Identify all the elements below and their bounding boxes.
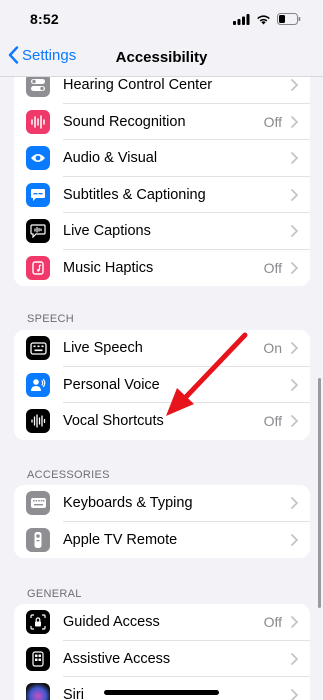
eye-audio-icon <box>26 146 50 171</box>
row-personal-voice[interactable]: Personal Voice <box>14 367 310 403</box>
row-apple-tv-remote[interactable]: Apple TV Remote <box>14 522 310 559</box>
chevron-right-icon <box>291 616 298 628</box>
chevron-right-icon <box>291 261 298 274</box>
chevron-right-icon <box>291 188 298 201</box>
settings-list[interactable]: Hearing Control Center Sound Recognition… <box>0 77 323 700</box>
row-subtitles-captioning[interactable]: Subtitles & Captioning <box>14 177 310 213</box>
row-value: Off <box>263 113 282 130</box>
row-sound-recognition[interactable]: Sound Recognition Off <box>14 104 310 140</box>
accessories-group: Keyboards & Typing Apple TV Remote <box>14 485 310 558</box>
chevron-right-icon <box>291 152 298 164</box>
waveform-bars-icon <box>26 409 50 434</box>
chevron-right-icon <box>291 689 298 700</box>
live-captions-icon <box>26 219 50 244</box>
lock-frame-icon <box>26 610 50 635</box>
row-label: Apple TV Remote <box>63 531 178 548</box>
cellular-signal-icon <box>233 13 250 25</box>
chevron-right-icon <box>291 533 298 546</box>
home-indicator[interactable] <box>104 690 219 695</box>
general-group: Guided Access Off Assistive Access Siri <box>14 604 310 700</box>
navigation-bar: Settings Accessibility <box>0 38 323 78</box>
row-guided-access[interactable]: Guided Access Off <box>14 604 310 641</box>
row-live-captions[interactable]: Live Captions <box>14 213 310 250</box>
row-vocal-shortcuts[interactable]: Vocal Shortcuts Off <box>14 403 310 440</box>
remote-icon <box>26 527 50 552</box>
section-header-speech: SPEECH <box>27 313 75 325</box>
row-label: Sound Recognition <box>63 113 186 130</box>
row-siri[interactable]: Siri <box>14 677 310 700</box>
row-label: Audio & Visual <box>63 150 158 167</box>
row-live-speech[interactable]: Live Speech On <box>14 330 310 367</box>
toggles-icon <box>26 77 50 98</box>
scroll-indicator[interactable] <box>318 378 321 608</box>
chevron-right-icon <box>291 497 298 509</box>
chevron-right-icon <box>291 342 298 354</box>
row-label: Subtitles & Captioning <box>63 186 206 203</box>
caption-bubble-icon <box>26 182 50 207</box>
row-value: On <box>263 340 282 357</box>
row-value: Off <box>263 259 282 276</box>
row-value: Off <box>263 614 282 631</box>
row-label: Siri <box>63 687 84 700</box>
row-label: Vocal Shortcuts <box>63 413 164 430</box>
speech-group: Live Speech On Personal Voice Vocal Shor… <box>14 330 310 440</box>
row-label: Hearing Control Center <box>63 77 213 94</box>
hearing-group: Hearing Control Center Sound Recognition… <box>14 77 310 286</box>
row-label: Guided Access <box>63 614 160 631</box>
assistive-grid-icon <box>26 646 50 671</box>
chevron-right-icon <box>291 652 298 665</box>
row-label: Live Captions <box>63 223 151 240</box>
wifi-icon <box>257 14 270 24</box>
section-header-accessories: ACCESSORIES <box>27 469 110 481</box>
chevron-right-icon <box>291 79 298 91</box>
keyboard-icon <box>26 491 50 516</box>
page-title: Accessibility <box>115 49 208 66</box>
status-icons <box>233 13 301 25</box>
status-bar: 8:52 <box>0 0 323 38</box>
row-label: Live Speech <box>63 340 143 357</box>
keyboard-speech-icon <box>26 336 50 361</box>
siri-icon <box>26 683 50 700</box>
music-haptics-icon <box>26 255 50 280</box>
waveform-icon <box>26 109 50 134</box>
row-value: Off <box>263 413 282 430</box>
row-label: Keyboards & Typing <box>63 495 193 512</box>
section-header-general: GENERAL <box>27 588 82 600</box>
row-hearing-control-center[interactable]: Hearing Control Center <box>14 77 310 104</box>
chevron-right-icon <box>291 225 298 237</box>
chevron-right-icon <box>291 415 298 427</box>
row-label: Music Haptics <box>63 259 154 276</box>
row-audio-visual[interactable]: Audio & Visual <box>14 140 310 177</box>
row-label: Assistive Access <box>63 650 171 667</box>
row-keyboards-typing[interactable]: Keyboards & Typing <box>14 485 310 522</box>
row-music-haptics[interactable]: Music Haptics Off <box>14 250 310 287</box>
battery-icon <box>277 13 301 25</box>
row-label: Personal Voice <box>63 376 160 393</box>
chevron-right-icon <box>291 378 298 391</box>
chevron-right-icon <box>291 115 298 128</box>
row-assistive-access[interactable]: Assistive Access <box>14 641 310 677</box>
person-voice-icon <box>26 372 50 397</box>
status-time: 8:52 <box>30 11 59 27</box>
